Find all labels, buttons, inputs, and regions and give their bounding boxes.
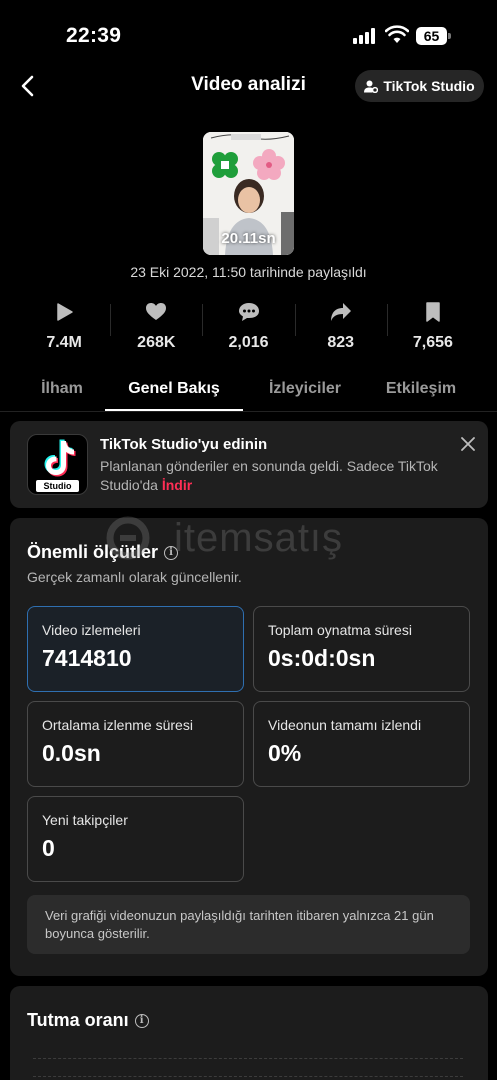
user-gear-icon	[364, 80, 379, 93]
stat-saves-value: 7,656	[412, 334, 453, 351]
video-stats-row: 7.4M 268K 2,016 823 7,656	[18, 300, 479, 360]
stat-saves: 7,656	[386, 300, 479, 360]
metric-value: 0.0sn	[42, 740, 101, 766]
play-icon	[57, 303, 73, 321]
battery-icon: 65	[416, 27, 451, 45]
metric-label: Toplam oynatma süresi	[268, 622, 412, 638]
bookmark-icon	[426, 302, 440, 322]
promo-download-link[interactable]: İndir	[162, 477, 192, 493]
studio-logo-label: Studio	[36, 480, 79, 492]
metric-video-views[interactable]: Video izlemeleri 7414810	[27, 606, 244, 692]
tiktok-studio-label: TikTok Studio	[383, 78, 475, 94]
metric-total-play-time[interactable]: Toplam oynatma süresi 0s:0d:0sn	[253, 606, 470, 692]
stat-likes-value: 268K	[137, 334, 176, 351]
tab-genel-bakis[interactable]: Genel Bakış	[105, 380, 243, 398]
metric-new-followers[interactable]: Yeni takipçiler 0	[27, 796, 244, 882]
wifi-icon	[385, 25, 409, 43]
retention-card: Tutma oranı i	[10, 986, 488, 1080]
tiktok-studio-logo: Studio	[27, 434, 88, 495]
retention-title: Tutma oranı i	[27, 1010, 149, 1031]
key-metrics-title-text: Önemli ölçütler	[27, 542, 159, 562]
stat-shares-value: 823	[327, 334, 355, 351]
data-window-note: Veri grafiği videonuzun paylaşıldığı tar…	[27, 895, 470, 954]
metric-label: Videonun tamamı izlendi	[268, 717, 422, 733]
metric-value: 0%	[268, 740, 302, 766]
promo-close-button[interactable]	[457, 433, 479, 455]
share-icon	[330, 303, 351, 321]
stat-comments-value: 2,016	[228, 334, 269, 351]
promo-body-text: Planlanan gönderiler en sonunda geldi. S…	[100, 458, 438, 493]
heart-icon	[146, 303, 167, 320]
stat-likes: 268K	[110, 300, 202, 360]
metric-label: Yeni takipçiler	[42, 812, 128, 828]
chart-gridline	[33, 1058, 463, 1059]
close-icon	[461, 437, 475, 451]
tiktok-studio-promo[interactable]: Studio TikTok Studio'yu edinin Planlanan…	[10, 421, 488, 508]
chart-gridline	[33, 1076, 463, 1077]
key-metrics-subtitle: Gerçek zamanlı olarak güncellenir.	[27, 569, 242, 585]
cellular-signal-icon	[353, 28, 377, 44]
promo-body: Planlanan gönderiler en sonunda geldi. S…	[100, 457, 450, 495]
retention-title-text: Tutma oranı	[27, 1010, 129, 1030]
metric-value: 7414810	[42, 645, 132, 671]
metric-value: 0s:0d:0sn	[268, 645, 376, 671]
key-metrics-title: Önemli ölçütler i	[27, 542, 179, 563]
comment-icon	[238, 303, 259, 321]
metric-label: Video izlemeleri	[42, 622, 141, 638]
shared-date: 23 Eki 2022, 11:50 tarihinde paylaşıldı	[130, 264, 367, 280]
stat-comments: 2,016	[202, 300, 294, 360]
video-thumbnail[interactable]: 20.11sn	[203, 132, 294, 255]
stat-shares: 823	[294, 300, 387, 360]
info-icon[interactable]: i	[164, 545, 179, 560]
key-metrics-card: Önemli ölçütler i Gerçek zamanlı olarak …	[10, 518, 488, 976]
metric-average-watch-time[interactable]: Ortalama izlenme süresi 0.0sn	[27, 701, 244, 787]
status-time: 22:39	[66, 24, 122, 47]
battery-level: 65	[416, 27, 447, 45]
video-duration: 20.11sn	[221, 230, 276, 247]
tab-ilham[interactable]: İlham	[22, 380, 102, 398]
stat-views-value: 7.4M	[46, 334, 82, 351]
tiktok-studio-button[interactable]: TikTok Studio	[355, 70, 484, 102]
info-icon[interactable]: i	[134, 1013, 149, 1028]
tab-etkilesim[interactable]: Etkileşim	[372, 380, 470, 398]
status-bar: 22:39 65	[0, 0, 497, 70]
promo-title: TikTok Studio'yu edinin	[100, 436, 268, 453]
metric-value: 0	[42, 835, 55, 861]
tab-izleyiciler[interactable]: İzleyiciler	[250, 380, 360, 398]
metric-label: Ortalama izlenme süresi	[42, 717, 193, 733]
stat-views: 7.4M	[18, 300, 110, 360]
active-tab-indicator	[105, 409, 243, 411]
analytics-tabs: İlham Genel Bakış İzleyiciler Etkileşim	[0, 372, 497, 412]
metric-watched-full-video[interactable]: Videonun tamamı izlendi 0%	[253, 701, 470, 787]
